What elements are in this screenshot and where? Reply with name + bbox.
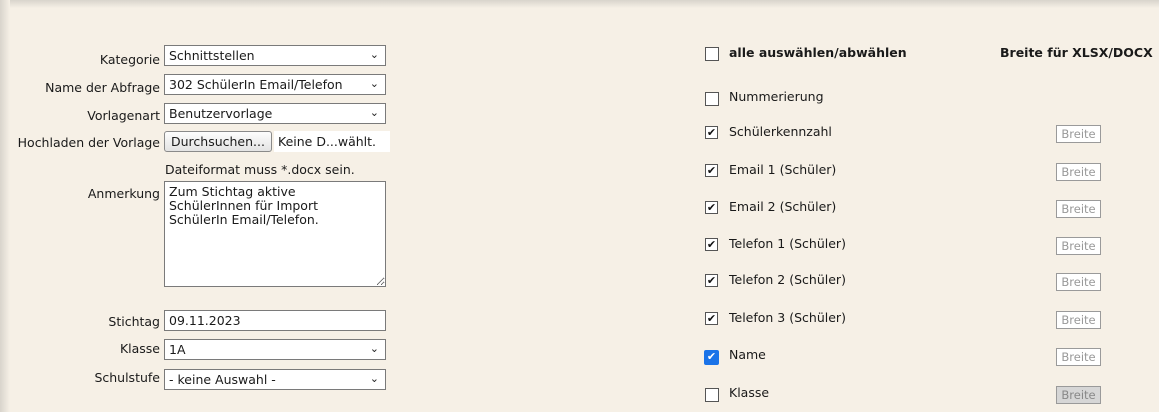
field-checkbox-name[interactable]: ✔ <box>704 350 719 365</box>
field-checkbox-email2[interactable]: ✔ <box>705 201 718 214</box>
chevron-down-icon: ⌄ <box>369 77 379 90</box>
anmerkung-label: Anmerkung <box>87 186 160 201</box>
field-label: Email 1 (Schüler) <box>729 162 837 177</box>
check-icon: ✔ <box>706 164 717 177</box>
chevron-down-icon: ⌄ <box>369 48 379 61</box>
vorlagenart-label: Vorlagenart <box>87 108 160 123</box>
format-hint: Dateiformat muss *.docx sein. <box>165 162 355 177</box>
check-icon: ✔ <box>706 350 717 363</box>
klasse-value: 1A <box>169 342 186 357</box>
field-checkbox-nummerierung[interactable] <box>705 92 719 106</box>
width-input[interactable]: Breite <box>1056 348 1101 366</box>
chevron-down-icon: ⌄ <box>369 106 379 119</box>
kategorie-label: Kategorie <box>99 52 160 67</box>
field-checkbox-schuelerkennzahl[interactable]: ✔ <box>705 126 718 139</box>
check-icon: ✔ <box>706 126 717 139</box>
field-label: Name <box>729 347 766 362</box>
schulstufe-select[interactable]: - keine Auswahl - ⌄ <box>164 369 386 390</box>
check-icon: ✔ <box>706 274 717 287</box>
kategorie-value: Schnittstellen <box>169 48 255 63</box>
check-icon: ✔ <box>706 201 717 214</box>
vorlagenart-select[interactable]: Benutzervorlage ⌄ <box>164 103 386 124</box>
field-checkbox-klasse[interactable] <box>705 388 719 402</box>
width-input[interactable]: Breite <box>1056 163 1101 181</box>
window-top-edge <box>0 0 1159 8</box>
field-label: Telefon 1 (Schüler) <box>729 236 846 251</box>
check-icon: ✔ <box>706 312 717 325</box>
stichtag-label: Stichtag <box>108 314 160 329</box>
upload-label: Hochladen der Vorlage <box>17 135 160 150</box>
browse-button[interactable]: Durchsuchen... <box>164 131 272 152</box>
name-select[interactable]: 302 SchülerIn Email/Telefon ⌄ <box>164 74 386 95</box>
klasse-label: Klasse <box>119 341 160 356</box>
field-label: Schülerkennzahl <box>729 124 832 139</box>
upload-status: Keine D...wählt. <box>274 131 390 152</box>
select-all-label: alle auswählen/abwählen <box>729 45 907 60</box>
field-checkbox-email1[interactable]: ✔ <box>705 164 718 177</box>
vorlagenart-value: Benutzervorlage <box>169 106 273 121</box>
field-checkbox-telefon2[interactable]: ✔ <box>705 274 718 287</box>
field-label: Klasse <box>729 385 770 400</box>
field-checkbox-telefon3[interactable]: ✔ <box>705 312 718 325</box>
form-panel: Kategorie Schnittstellen ⌄ Name der Abfr… <box>0 0 1159 412</box>
klasse-select[interactable]: 1A ⌄ <box>164 339 386 360</box>
width-input[interactable]: Breite <box>1056 200 1101 218</box>
name-label: Name der Abfrage <box>45 80 160 95</box>
schulstufe-value: - keine Auswahl - <box>169 372 276 387</box>
schulstufe-label: Schulstufe <box>94 370 160 385</box>
field-label: Telefon 3 (Schüler) <box>729 310 846 325</box>
check-icon: ✔ <box>706 238 717 251</box>
field-label: Email 2 (Schüler) <box>729 199 837 214</box>
width-header: Breite für XLSX/DOCX <box>1000 45 1153 60</box>
field-checkbox-telefon1[interactable]: ✔ <box>705 238 718 251</box>
field-label: Telefon 2 (Schüler) <box>729 272 846 287</box>
select-all-checkbox[interactable] <box>705 47 719 61</box>
width-input[interactable]: Breite <box>1056 237 1101 255</box>
width-input[interactable]: Breite <box>1056 125 1101 143</box>
width-input: Breite <box>1056 386 1101 404</box>
chevron-down-icon: ⌄ <box>369 372 379 385</box>
stichtag-value: 09.11.2023 <box>169 313 241 328</box>
field-label: Nummerierung <box>729 89 824 104</box>
width-input[interactable]: Breite <box>1056 311 1101 329</box>
stichtag-input[interactable]: 09.11.2023 <box>164 310 386 331</box>
kategorie-select[interactable]: Schnittstellen ⌄ <box>164 45 386 66</box>
anmerkung-textarea[interactable] <box>164 181 386 287</box>
name-value: 302 SchülerIn Email/Telefon <box>169 77 343 92</box>
chevron-down-icon: ⌄ <box>369 342 379 355</box>
width-input[interactable]: Breite <box>1056 273 1101 291</box>
